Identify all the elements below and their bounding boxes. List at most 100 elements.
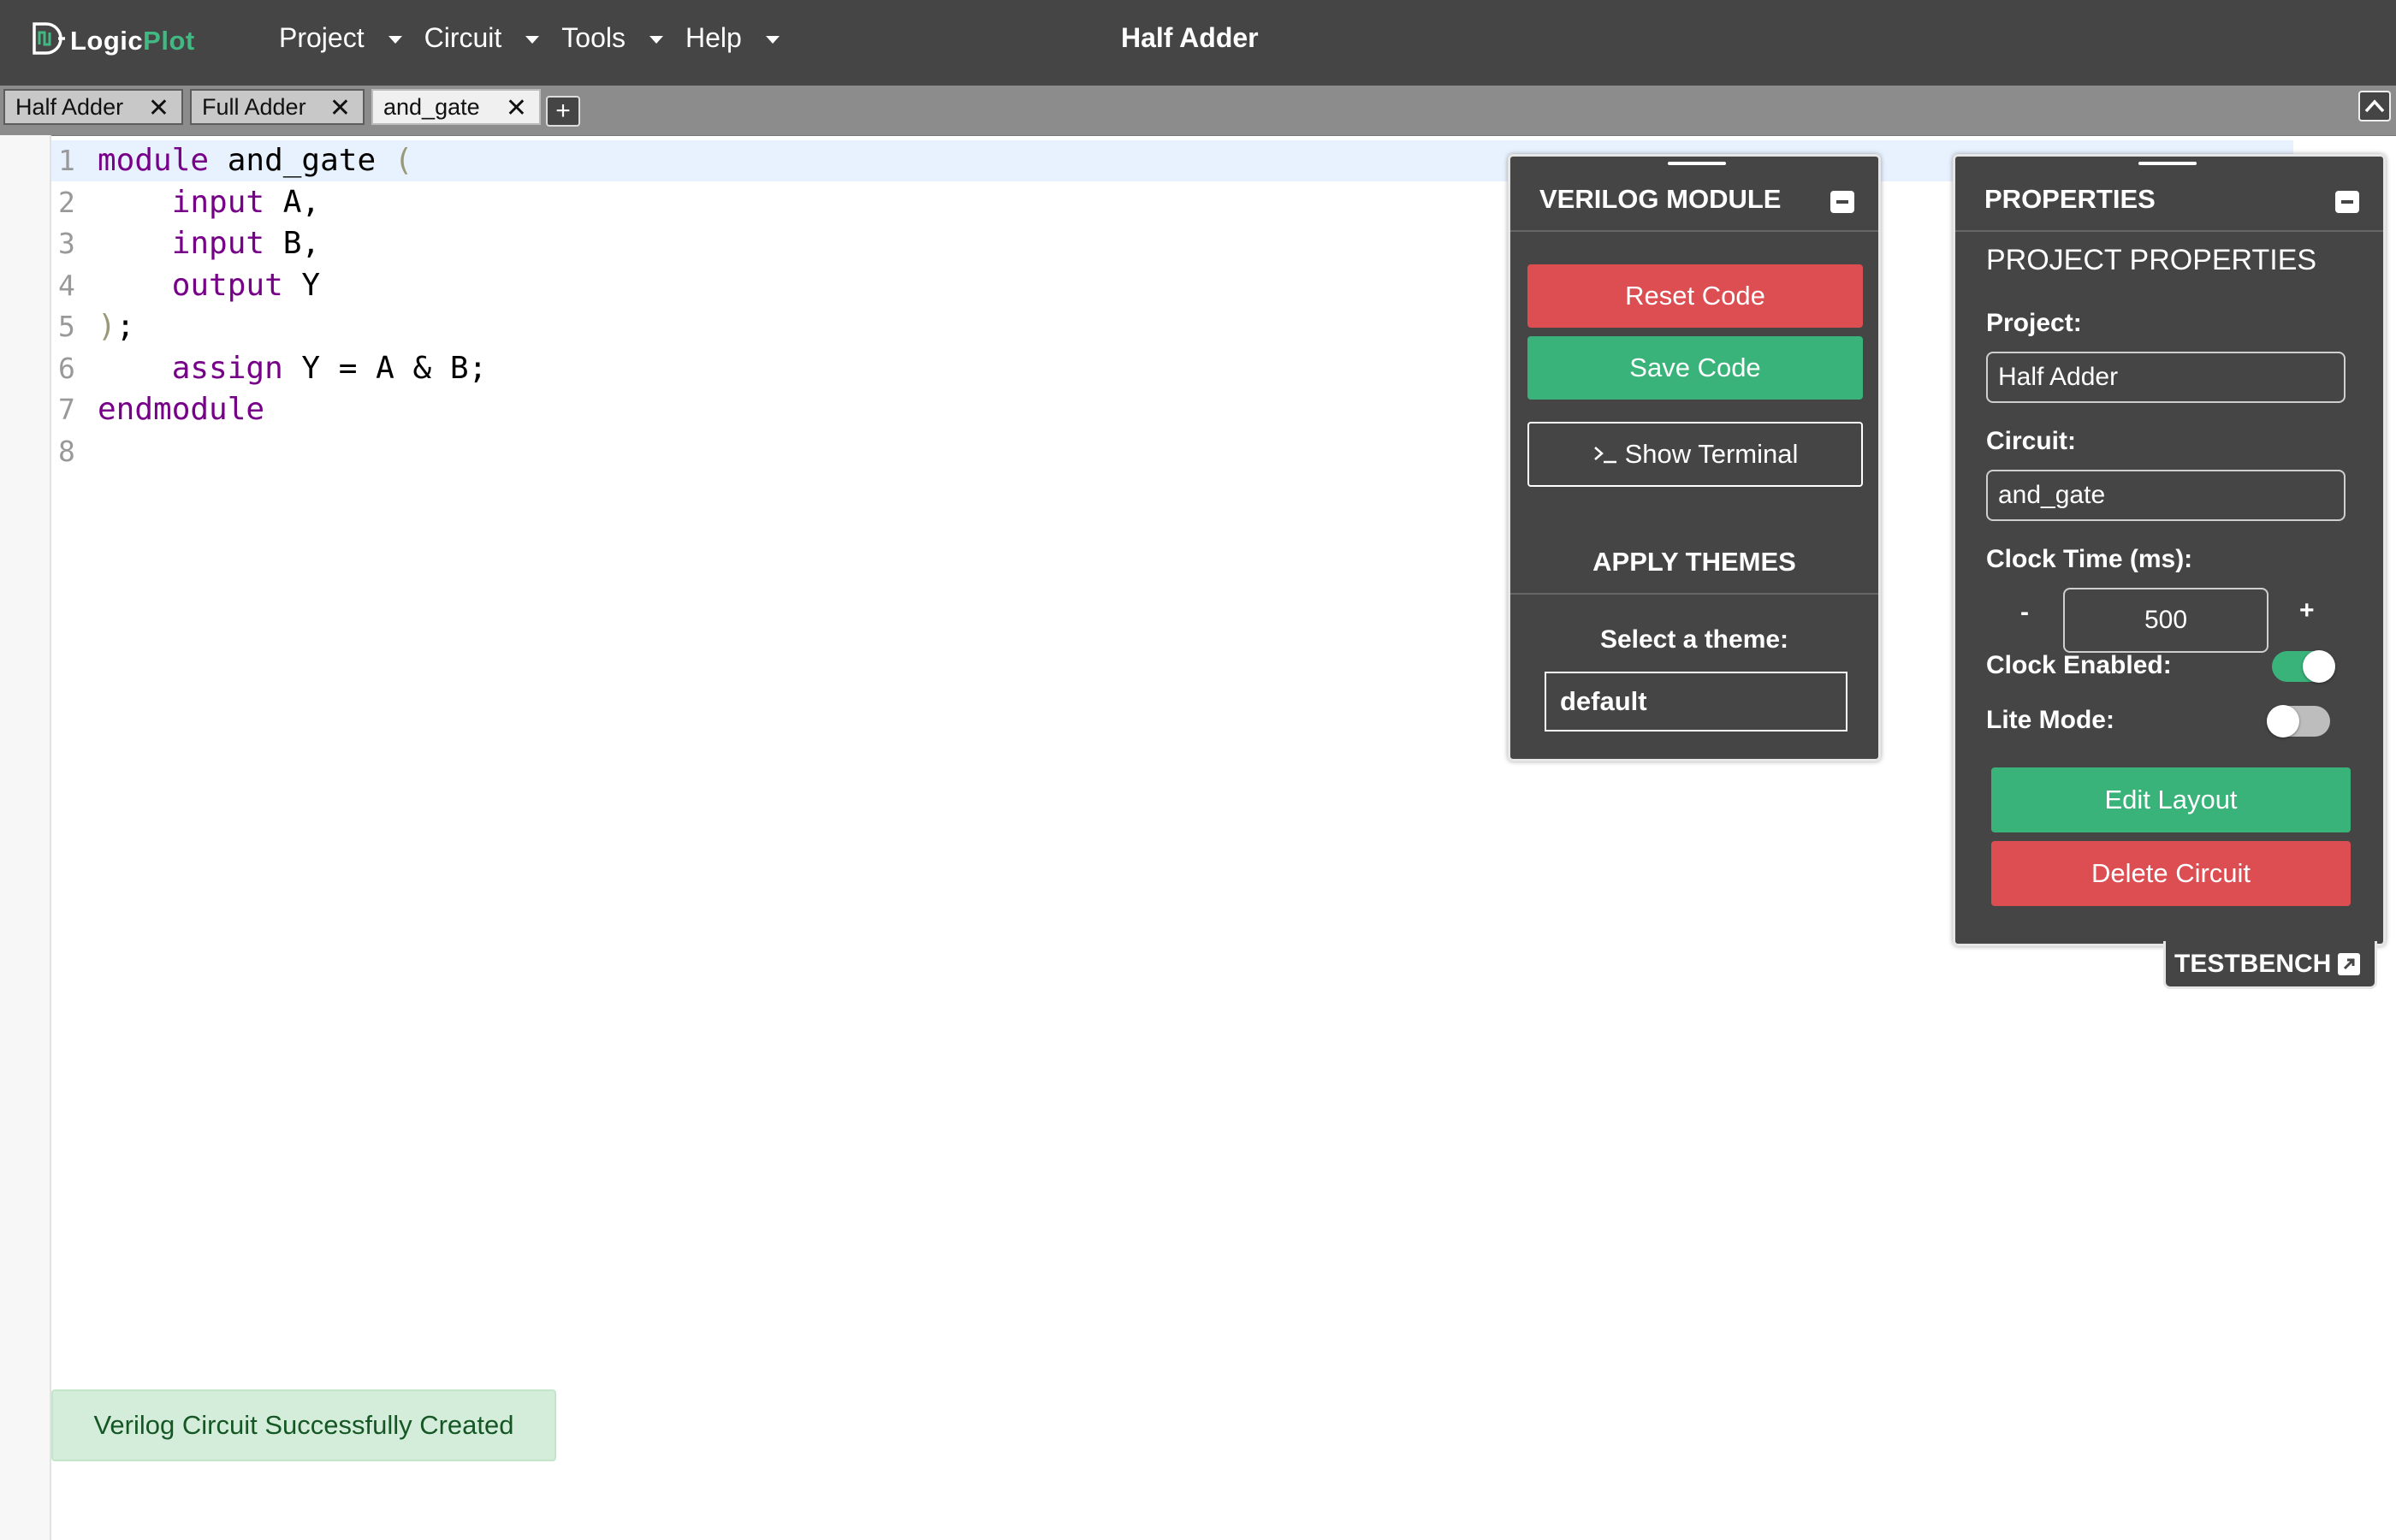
terminal-icon: [1592, 443, 1618, 465]
minimize-icon[interactable]: [2335, 191, 2359, 213]
clock-time-label: Clock Time (ms):: [1986, 545, 2193, 573]
code-token: (: [394, 143, 413, 178]
line-number: 4: [58, 268, 75, 302]
minimize-icon[interactable]: [1830, 191, 1854, 213]
testbench-button[interactable]: TESTBENCH: [2163, 941, 2377, 989]
line-number: 3: [58, 227, 75, 260]
line-number: 6: [58, 351, 75, 385]
select-theme-label: Select a theme:: [1599, 625, 1789, 654]
code-keyword: output: [171, 267, 283, 303]
code-text: output Y: [98, 265, 320, 306]
clock-decrement-button[interactable]: -: [2020, 598, 2029, 627]
code-text: assign Y = A & B;: [98, 348, 487, 389]
project-name-input[interactable]: Half Adder: [1986, 352, 2346, 403]
code-text: endmodule: [98, 389, 264, 430]
menu-circuit-label: Circuit: [424, 22, 502, 53]
delete-circuit-button[interactable]: Delete Circuit: [1991, 841, 2351, 906]
code-keyword: input: [171, 226, 265, 261]
code-text: );: [98, 306, 134, 347]
show-terminal-label: Show Terminal: [1624, 439, 1799, 469]
top-navbar: LogicPlot Project Circuit Tools Help Hal…: [0, 0, 2396, 86]
menu-project[interactable]: Project: [279, 22, 402, 54]
code-token: A,: [264, 184, 321, 220]
toggle-knob: [2267, 705, 2299, 737]
code-keyword: input: [171, 184, 265, 220]
menu-help[interactable]: Help: [685, 22, 780, 54]
code-token: ): [98, 309, 116, 344]
chevron-down-icon: [765, 36, 780, 44]
menu-project-label: Project: [279, 22, 365, 53]
circuit-name-input[interactable]: and_gate: [1986, 470, 2346, 521]
project-label: Project:: [1986, 309, 2082, 337]
chevron-down-icon: [388, 36, 402, 44]
chevron-down-icon: [649, 36, 663, 44]
project-title: Half Adder: [1121, 22, 1259, 53]
clock-enabled-label: Clock Enabled:: [1986, 651, 2172, 679]
panel-header: PROPERTIES: [1955, 157, 2383, 232]
logo-text: LogicPlot: [70, 25, 195, 56]
menu-tools[interactable]: Tools: [561, 22, 663, 54]
code-text: input A,: [98, 182, 320, 223]
code-token: ;: [116, 309, 135, 344]
line-number: 2: [58, 185, 75, 219]
editor-gutter: [0, 135, 51, 1540]
code-token: B,: [264, 226, 321, 261]
main-menu: Project Circuit Tools Help: [279, 22, 802, 54]
code-token: Y = A & B;: [282, 350, 488, 386]
toggle-knob: [2303, 650, 2335, 683]
close-icon[interactable]: ✕: [329, 93, 351, 123]
line-number: 1: [58, 144, 75, 177]
code-keyword: module: [98, 143, 210, 178]
circuit-label: Circuit:: [1986, 427, 2076, 455]
code-token: and_gate: [209, 143, 394, 178]
tab-and-gate[interactable]: and_gate ✕: [371, 89, 541, 125]
theme-select[interactable]: default: [1545, 672, 1847, 732]
close-icon[interactable]: ✕: [148, 93, 169, 123]
tab-label: Half Adder: [15, 93, 124, 120]
properties-panel: PROPERTIES PROJECT PROPERTIES Project: H…: [1953, 154, 2386, 946]
line-number: 7: [58, 393, 75, 426]
clock-increment-button[interactable]: +: [2299, 596, 2315, 625]
menu-tools-label: Tools: [561, 22, 626, 53]
code-text: module and_gate (: [98, 140, 412, 181]
logo-icon: [31, 21, 65, 61]
verilog-module-panel: VERILOG MODULE Reset Code Save Code Show…: [1508, 154, 1881, 761]
collapse-tabs-button[interactable]: [2358, 91, 2391, 121]
add-tab-button[interactable]: +: [546, 96, 580, 127]
chevron-up-icon: [2364, 99, 2385, 113]
code-keyword: endmodule: [98, 392, 265, 427]
close-icon[interactable]: ✕: [506, 93, 527, 123]
code-text: input B,: [98, 223, 320, 264]
clock-enabled-toggle[interactable]: [2272, 650, 2335, 683]
divider: [1510, 593, 1878, 595]
edit-layout-button[interactable]: Edit Layout: [1991, 767, 2351, 832]
panel-header: VERILOG MODULE: [1510, 157, 1878, 232]
circuit-tab-bar: Half Adder ✕ Full Adder ✕ and_gate ✕ +: [0, 86, 2396, 136]
testbench-label: TESTBENCH: [2174, 949, 2332, 978]
line-number: 5: [58, 310, 75, 343]
show-terminal-button[interactable]: Show Terminal: [1527, 422, 1863, 487]
lite-mode-toggle[interactable]: [2267, 705, 2330, 737]
panel-title: VERILOG MODULE: [1539, 184, 1782, 214]
tab-half-adder[interactable]: Half Adder ✕: [3, 89, 183, 125]
logo[interactable]: LogicPlot: [31, 21, 195, 61]
save-code-button[interactable]: Save Code: [1527, 336, 1863, 400]
success-toast: Verilog Circuit Successfully Created: [51, 1389, 556, 1461]
reset-code-button[interactable]: Reset Code: [1527, 264, 1863, 328]
lite-mode-label: Lite Mode:: [1986, 706, 2114, 734]
tab-full-adder[interactable]: Full Adder ✕: [190, 89, 365, 125]
code-keyword: assign: [171, 350, 283, 386]
panel-title: PROPERTIES: [1984, 184, 2156, 214]
clock-time-input[interactable]: 500: [2063, 588, 2268, 653]
menu-help-label: Help: [685, 22, 742, 53]
menu-circuit[interactable]: Circuit: [424, 22, 540, 54]
tab-label: and_gate: [383, 93, 480, 120]
chevron-down-icon: [525, 36, 540, 44]
code-token: Y: [282, 267, 321, 303]
project-properties-title: PROJECT PROPERTIES: [1986, 244, 2317, 276]
tab-label: Full Adder: [202, 93, 306, 120]
